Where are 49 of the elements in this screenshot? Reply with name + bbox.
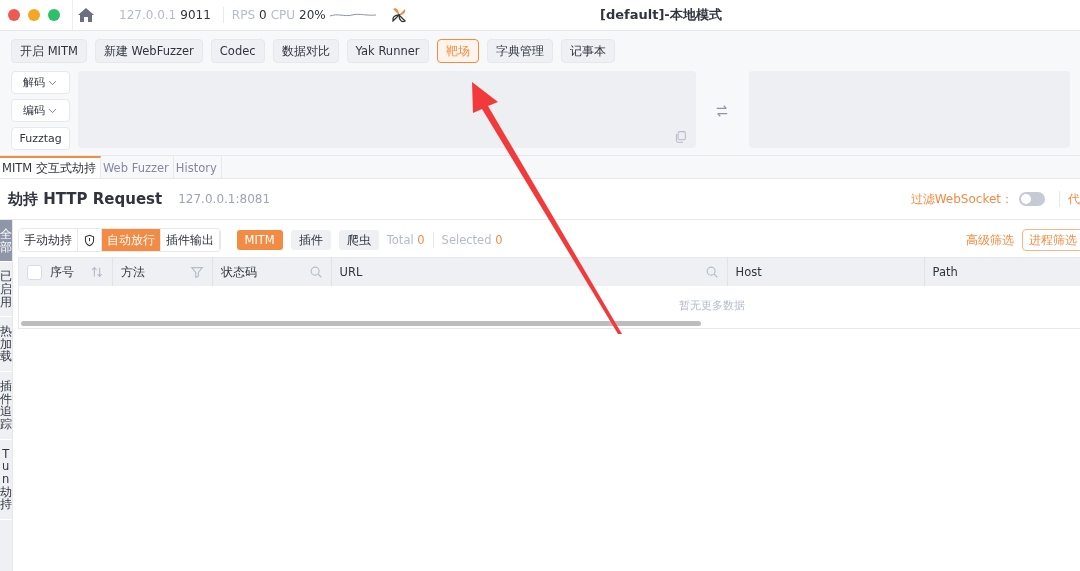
empty-message: 暂无更多数据 (678, 298, 745, 313)
toolbar-button[interactable]: 新建 WebFuzzer (94, 39, 203, 63)
toolbar-button[interactable]: 记事本 (560, 39, 615, 63)
cpu-sparkline (329, 12, 376, 18)
scrollbar[interactable] (20, 321, 701, 326)
minimize-window-button[interactable] (28, 9, 40, 21)
mode-button[interactable]: 手动劫持 (18, 229, 78, 251)
pinwheel-logo (389, 6, 408, 24)
home-icon[interactable] (77, 7, 95, 23)
column-header: 方法 (112, 258, 213, 286)
rps-label: RPS (231, 8, 255, 22)
dropdown-button[interactable]: 编码 (11, 99, 71, 122)
column-header: 序号 (18, 258, 113, 286)
host-text: 127.0.0.1 (119, 8, 177, 22)
websocket-toggle[interactable] (1019, 192, 1045, 206)
dropdown-button[interactable]: 解码 (11, 71, 71, 94)
shield-icon (82, 233, 96, 247)
toolbar-button[interactable]: Codec (210, 39, 265, 63)
address-text: 127.0.0.1:8081 (178, 192, 271, 206)
rps-value: 0 (259, 8, 267, 22)
column-header: Host (727, 258, 925, 286)
input-field[interactable] (78, 71, 696, 148)
column-header: 状态码 (212, 258, 332, 286)
window-title: [default]-本地模式 (600, 6, 722, 24)
source-button[interactable]: 插件 (290, 230, 331, 250)
copy-icon (673, 130, 687, 143)
sort-icon (89, 265, 104, 279)
cpu-value: 20% (299, 8, 326, 22)
toolbar-button[interactable]: 开启 MITM (11, 39, 87, 63)
source-button[interactable]: 爬虫 (338, 230, 379, 250)
filter-label: 过滤WebSocket： (910, 190, 1013, 208)
toolbar-button[interactable]: Yak Runner (346, 39, 429, 63)
tab[interactable]: MITM 交互式劫持 (0, 156, 101, 178)
filter-icon (189, 265, 204, 279)
total-count: Total 0 (386, 233, 425, 247)
fuzztag-button[interactable]: Fuzztag (11, 127, 71, 150)
toolbar-button[interactable]: 字典管理 (486, 39, 553, 63)
cpu-label: CPU (270, 8, 296, 22)
page-title: 劫持 HTTP Request (8, 189, 163, 209)
port-text: 9011 (180, 8, 211, 22)
column-header: Path (924, 258, 1080, 286)
search-icon (704, 265, 719, 279)
close-window-button[interactable] (8, 9, 20, 21)
selected-count: Selected 0 (441, 233, 503, 247)
toolbar-button[interactable]: 数据对比 (272, 39, 339, 63)
swap-icon (715, 103, 730, 118)
maximize-window-button[interactable] (48, 9, 60, 21)
checkbox[interactable] (26, 264, 42, 280)
search-icon (308, 265, 323, 279)
